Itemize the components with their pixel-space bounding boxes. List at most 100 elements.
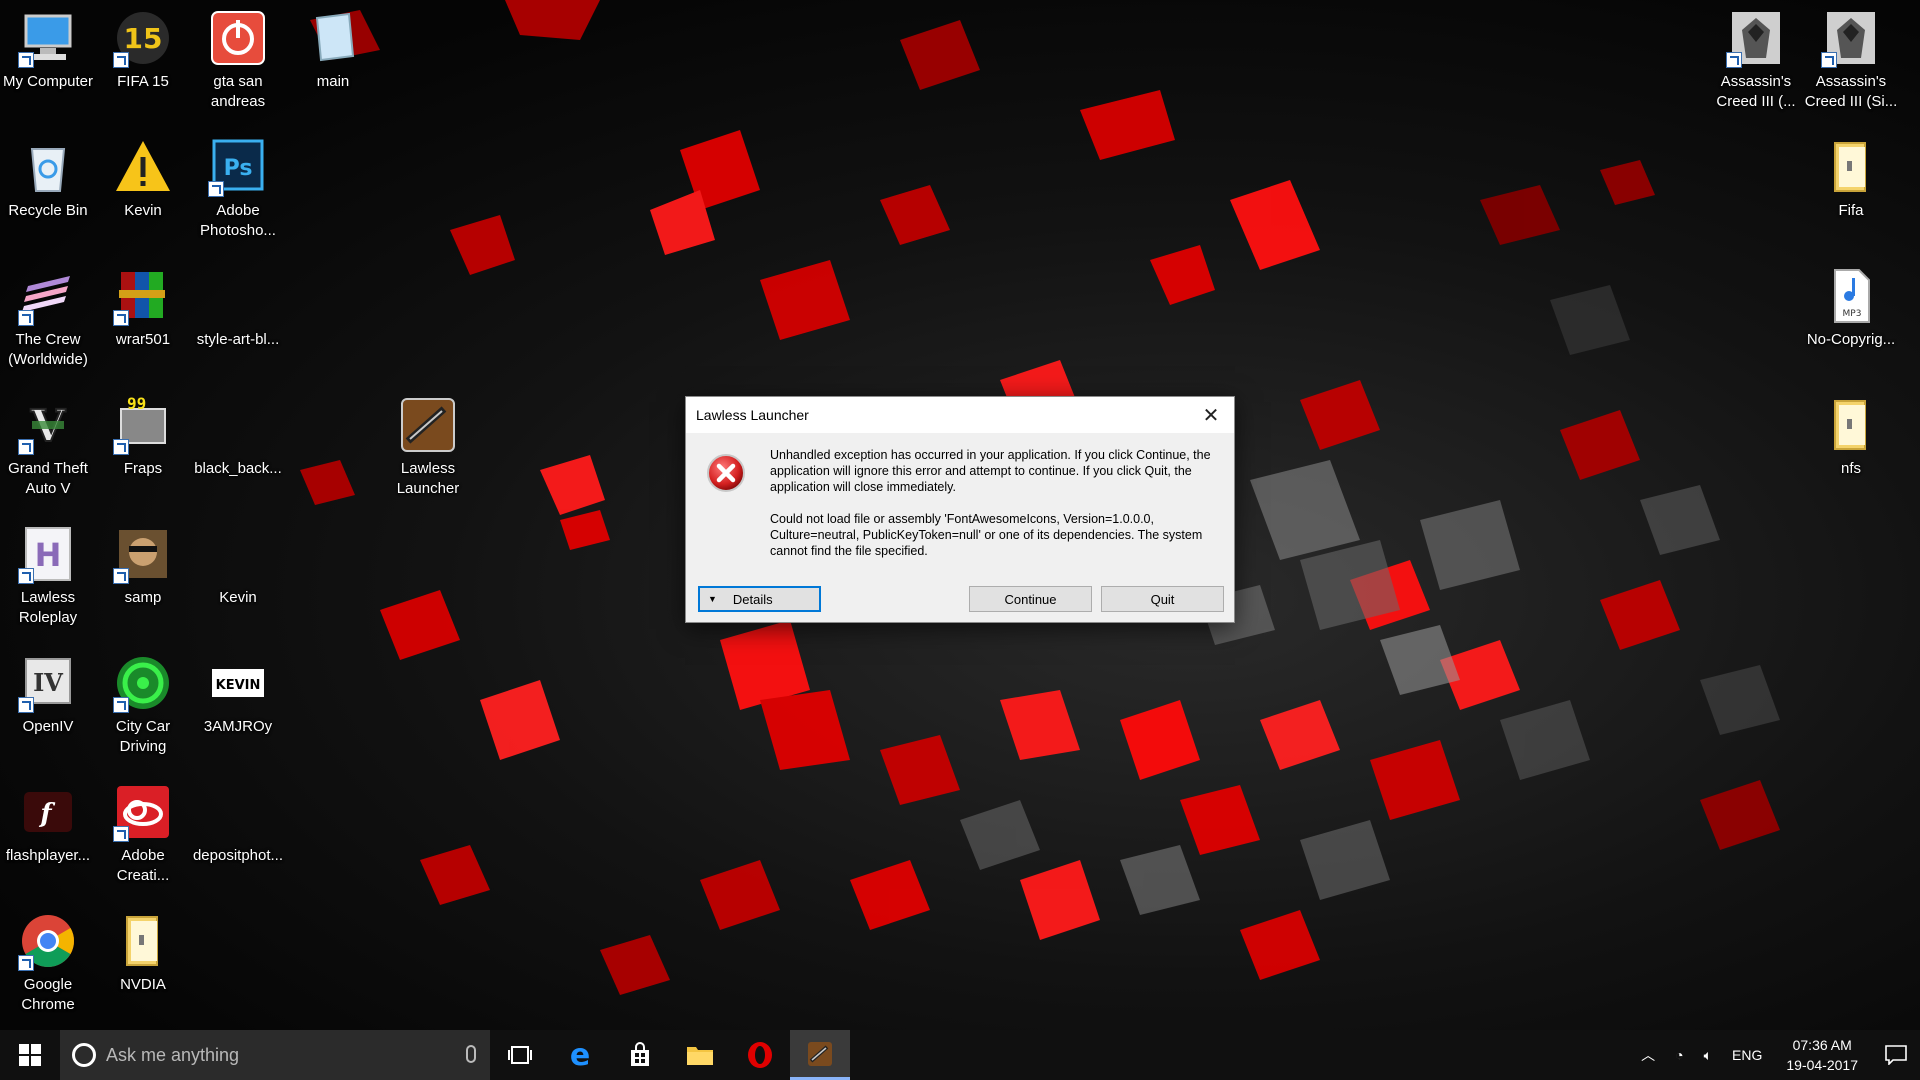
desktop-icon[interactable]: Recycle Bin	[0, 129, 96, 249]
svg-text:KEVIN: KEVIN	[216, 678, 261, 693]
desktop-icon[interactable]: Adobe Creati...	[95, 774, 191, 894]
file-explorer-button[interactable]	[670, 1030, 730, 1080]
continue-button[interactable]: Continue	[969, 586, 1092, 612]
desktop-icon[interactable]: The Crew (Worldwide)	[0, 258, 96, 378]
desktop-icon-label: style-art-bl...	[196, 331, 280, 348]
opera-button[interactable]	[730, 1030, 790, 1080]
desktop-icon-label: gta san andreas	[210, 73, 266, 110]
blank-icon	[208, 524, 268, 584]
clock[interactable]: 07:36 AM 19-04-2017	[1772, 1035, 1872, 1075]
svg-text:15: 15	[124, 22, 163, 55]
shortcut-arrow-icon	[113, 568, 129, 584]
chevron-up-icon[interactable]: ︿	[1631, 1045, 1665, 1065]
creative-cloud-icon	[113, 782, 173, 842]
desktop-icon-label: Adobe Creati...	[116, 847, 170, 884]
desktop-icon[interactable]: My Computer	[0, 0, 96, 120]
search-box[interactable]: Ask me anything	[60, 1030, 490, 1080]
edge-button[interactable]: e	[550, 1030, 610, 1080]
lawless-h-icon: H	[18, 524, 78, 584]
desktop-icon[interactable]: Ps Adobe Photosho...	[190, 129, 286, 249]
desktop-icon-label: FIFA 15	[117, 73, 169, 90]
shortcut-arrow-icon	[113, 310, 129, 326]
edge-icon: e	[569, 1037, 591, 1073]
desktop-icon[interactable]: Assassin's Creed III (...	[1708, 0, 1804, 120]
language-indicator[interactable]: ENG	[1722, 1047, 1772, 1063]
desktop-icon-label: Assassin's Creed III (Si...	[1804, 73, 1898, 110]
computer-icon	[18, 8, 78, 68]
error-dialog: Lawless Launcher ✕ Unhandled exception h…	[685, 396, 1235, 623]
photoshop-icon: Ps	[208, 137, 268, 197]
desktop-icon[interactable]: Google Chrome	[0, 903, 96, 1023]
desktop-icon[interactable]: style-art-bl...	[190, 258, 286, 378]
svg-text:IV: IV	[33, 668, 63, 697]
crew-icon	[18, 266, 78, 326]
desktop-icon[interactable]: Kevin	[190, 516, 286, 636]
desktop-icon[interactable]: 99 Fraps	[95, 387, 191, 507]
quit-button[interactable]: Quit	[1101, 586, 1224, 612]
microphone-icon[interactable]	[466, 1045, 476, 1063]
desktop-icon[interactable]: Fifa	[1803, 129, 1899, 249]
openiv-icon: IV	[18, 653, 78, 713]
close-button[interactable]: ✕	[1188, 397, 1234, 433]
desktop-icon[interactable]: V Grand Theft Auto V	[0, 387, 96, 507]
network-icon[interactable]: ◔	[1665, 1047, 1693, 1063]
desktop-icon[interactable]: f flashplayer...	[0, 774, 96, 894]
volume-icon[interactable]: 🔈︎	[1694, 1047, 1722, 1064]
desktop-icon[interactable]: Lawless Launcher	[380, 387, 476, 507]
desktop-icon-label: Google Chrome	[21, 976, 75, 1013]
assassin-icon	[1726, 8, 1786, 68]
desktop-icon[interactable]: H Lawless Roleplay	[0, 516, 96, 636]
lawless-launcher-taskbar-button[interactable]	[790, 1030, 850, 1080]
recycle-bin-icon	[18, 137, 78, 197]
store-button[interactable]	[610, 1030, 670, 1080]
samp-icon	[113, 524, 173, 584]
desktop-icon[interactable]: NVDIA	[95, 903, 191, 1023]
desktop-icon-label: wrar501	[115, 331, 171, 348]
desktop-icon[interactable]: black_back...	[190, 387, 286, 507]
dialog-titlebar[interactable]: Lawless Launcher ✕	[686, 397, 1234, 433]
desktop-icon-label: No-Copyrig...	[1806, 331, 1896, 348]
kevin-logo-icon: KEVIN	[208, 653, 268, 713]
desktop-icon-label: nfs	[1840, 460, 1861, 477]
desktop-icon-label: depositphot...	[192, 847, 284, 864]
desktop-icon[interactable]: depositphot...	[190, 774, 286, 894]
flash-icon: f	[18, 782, 78, 842]
dialog-message-detail: Could not load file or assembly 'FontAwe…	[770, 512, 1203, 558]
shortcut-arrow-icon	[18, 439, 34, 455]
desktop-icon-label: main	[316, 73, 350, 90]
desktop-icon[interactable]: KEVIN 3AMJROy	[190, 645, 286, 765]
desktop-icon[interactable]: Kevin	[95, 129, 191, 249]
continue-button-label: Continue	[1004, 591, 1057, 607]
taskbar: Ask me anything e ︿ ◔ 🔈︎ ENG 07:36 AM 19…	[0, 1030, 1920, 1080]
notification-icon	[1885, 1045, 1907, 1065]
shortcut-arrow-icon	[18, 310, 34, 326]
error-icon	[707, 454, 745, 492]
task-view-icon	[508, 1046, 532, 1064]
action-center-button[interactable]	[1872, 1030, 1920, 1080]
details-button[interactable]: ▼ Details	[698, 586, 821, 612]
close-icon: ✕	[1202, 404, 1220, 427]
shortcut-arrow-icon	[18, 955, 34, 971]
desktop-icon[interactable]: main	[285, 0, 381, 120]
desktop-icon[interactable]: samp	[95, 516, 191, 636]
desktop-icon[interactable]: Assassin's Creed III (Si...	[1803, 0, 1899, 120]
desktop-icon[interactable]: MP3 No-Copyrig...	[1803, 258, 1899, 378]
svg-text:MP3: MP3	[1843, 309, 1862, 319]
desktop-icon[interactable]: City Car Driving	[95, 645, 191, 765]
desktop-icon[interactable]: nfs	[1803, 387, 1899, 507]
desktop-icon[interactable]: 15 FIFA 15	[95, 0, 191, 120]
document-icon	[303, 8, 363, 68]
desktop-icon[interactable]: IV OpenIV	[0, 645, 96, 765]
desktop-icon-label: Adobe Photosho...	[200, 202, 276, 239]
shotgun-icon	[398, 395, 458, 455]
task-view-button[interactable]	[490, 1030, 550, 1080]
desktop-icon-label: Kevin	[219, 589, 257, 606]
desktop-icon-label: City Car Driving	[115, 718, 171, 755]
start-button[interactable]	[0, 1030, 60, 1080]
shotgun-icon	[808, 1041, 832, 1066]
desktop-icon[interactable]: wrar501	[95, 258, 191, 378]
desktop-icon-label: flashplayer...	[5, 847, 91, 864]
desktop-icon-label: Kevin	[124, 202, 162, 219]
desktop-icon[interactable]: gta san andreas	[190, 0, 286, 120]
desktop-icon-label: Fifa	[1838, 202, 1864, 219]
